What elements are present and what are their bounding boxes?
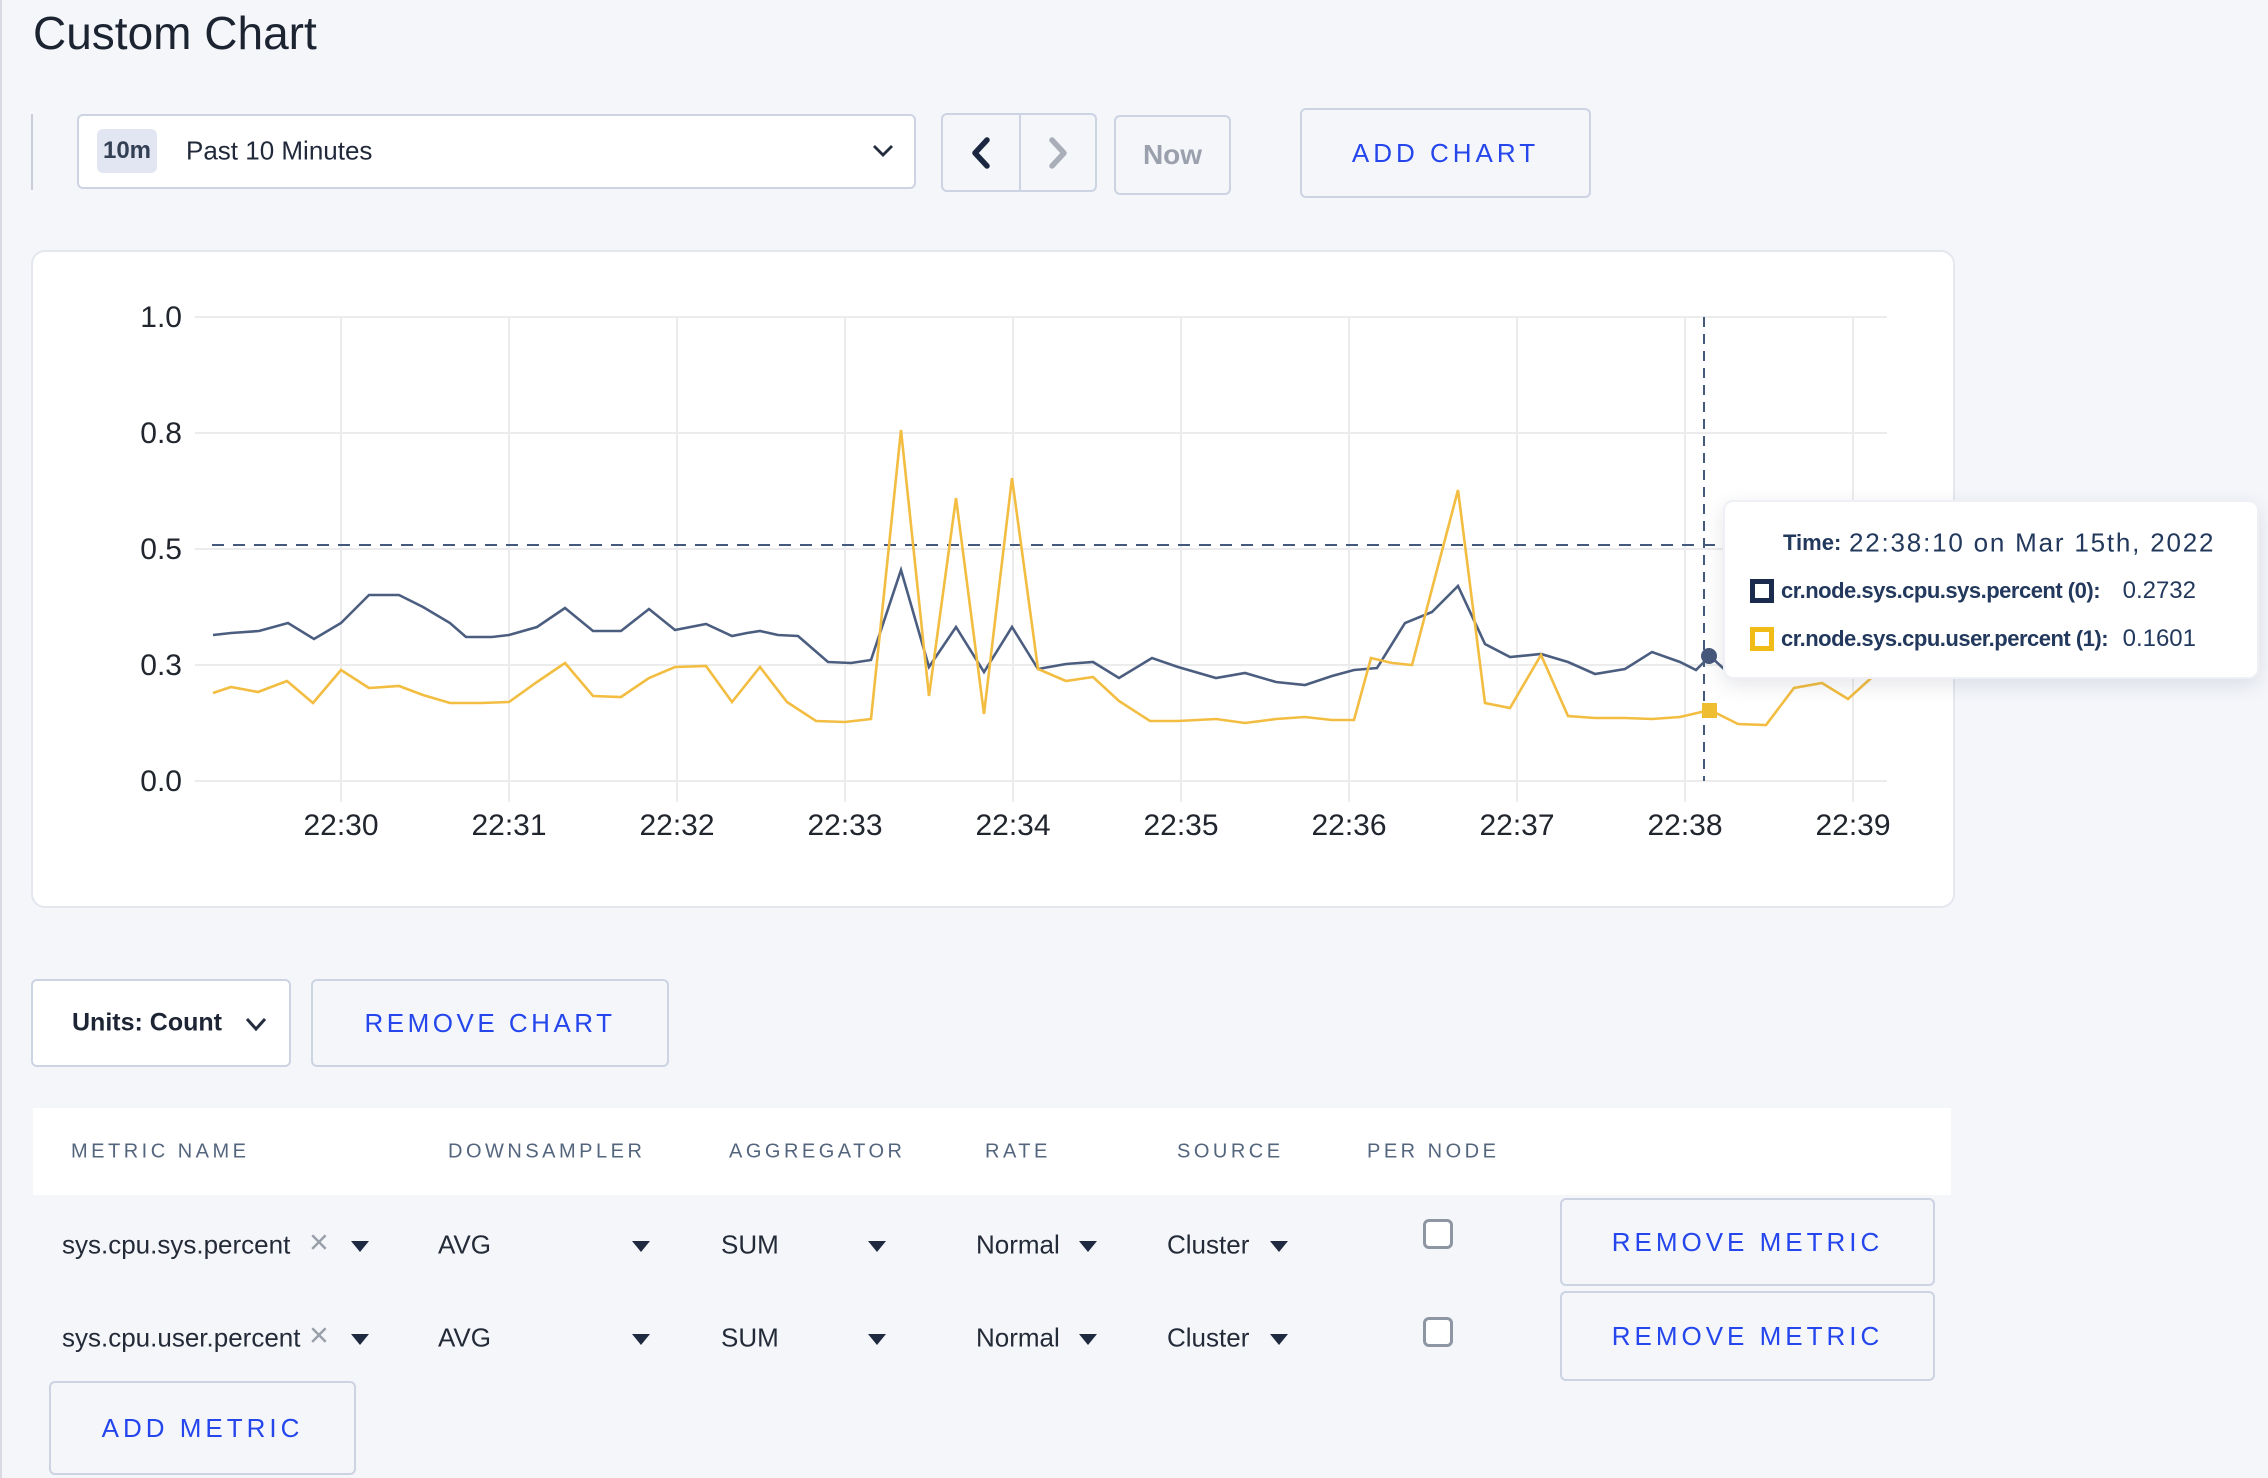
- svg-text:22:32: 22:32: [639, 809, 714, 842]
- svg-text:22:31: 22:31: [471, 809, 546, 842]
- svg-text:1.0: 1.0: [140, 301, 182, 334]
- svg-text:0.8: 0.8: [140, 417, 182, 450]
- svg-text:22:38: 22:38: [1647, 809, 1722, 842]
- svg-text:0.0: 0.0: [140, 765, 182, 798]
- svg-text:22:35: 22:35: [1143, 809, 1218, 842]
- svg-text:22:36: 22:36: [1311, 809, 1386, 842]
- svg-text:0.5: 0.5: [140, 533, 182, 566]
- svg-text:22:37: 22:37: [1479, 809, 1554, 842]
- svg-text:22:33: 22:33: [807, 809, 882, 842]
- svg-text:0.3: 0.3: [140, 649, 182, 682]
- svg-text:22:34: 22:34: [975, 809, 1050, 842]
- svg-text:22:30: 22:30: [303, 809, 378, 842]
- svg-text:22:39: 22:39: [1815, 809, 1890, 842]
